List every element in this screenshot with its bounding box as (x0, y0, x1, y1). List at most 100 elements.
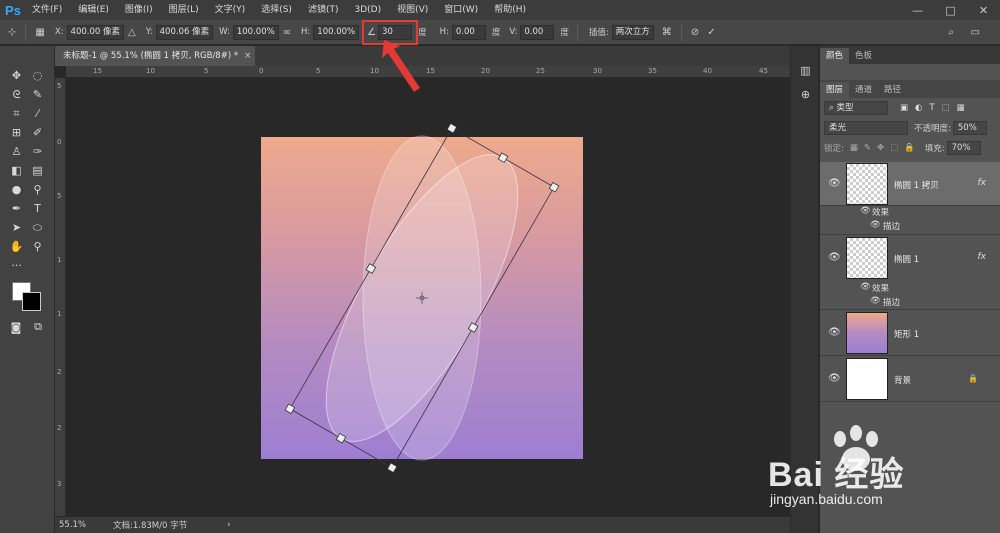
eye-icon[interactable]: 👁 (860, 282, 871, 292)
crop-tool-icon[interactable]: ⌗ (7, 105, 27, 123)
effects-row[interactable]: 👁 效果 (820, 282, 1000, 296)
stroke-effect-row[interactable]: 👁 描边 (820, 296, 1000, 310)
layer-row-background[interactable]: 👁 背景 🔒 (820, 356, 1000, 402)
stamp-tool-icon[interactable]: ♙ (7, 143, 27, 161)
menu-edit[interactable]: 编辑(E) (70, 0, 117, 20)
warp-icon[interactable]: ⌘ (662, 27, 672, 38)
type-tool-icon[interactable]: T (28, 200, 48, 218)
menu-layer[interactable]: 图层(L) (161, 0, 207, 20)
transform-handle[interactable] (446, 122, 458, 134)
maximize-button[interactable]: □ (934, 0, 967, 20)
ruler-tick: 25 (536, 67, 545, 75)
layer-row-ellipse-copy[interactable]: 👁 椭圆 1 拷贝 fx (820, 162, 1000, 206)
tab-paths[interactable]: 路径 (878, 82, 907, 98)
stroke-effect-row[interactable]: 👁 描边 (820, 220, 1000, 235)
ruler-tick: 2 (57, 424, 62, 432)
interpolation-select[interactable]: 两次立方 (611, 24, 654, 40)
workspace-icon[interactable]: ▭ (971, 27, 980, 38)
tab-channels[interactable]: 通道 (849, 82, 878, 98)
layer-name[interactable]: 矩形 1 (894, 328, 919, 340)
search-icon[interactable]: ⌕ (948, 27, 954, 38)
properties-icon[interactable]: ⊕ (791, 82, 820, 106)
layer-name[interactable]: 椭圆 1 (894, 253, 919, 265)
menu-help[interactable]: 帮助(H) (486, 0, 534, 20)
layer-name[interactable]: 背景 (894, 374, 911, 386)
menu-image[interactable]: 图像(I) (117, 0, 161, 20)
hand-tool-icon[interactable]: ✋ (7, 238, 27, 256)
menu-type[interactable]: 文字(Y) (207, 0, 254, 20)
link-icon[interactable]: ∞ (283, 27, 291, 38)
close-window-button[interactable]: ✕ (967, 0, 1000, 20)
layer-filter-select[interactable]: ⌕ 类型 (824, 101, 888, 115)
canvas-area[interactable] (67, 79, 790, 516)
cancel-transform-icon[interactable]: ⊘ (691, 27, 699, 38)
fx-icon[interactable]: fx (978, 178, 987, 188)
path-select-tool-icon[interactable]: ➤ (7, 219, 27, 237)
layer-row-rectangle[interactable]: 👁 矩形 1 (820, 310, 1000, 356)
close-tab-icon[interactable]: × (244, 51, 251, 61)
chevron-right-icon[interactable]: › (227, 520, 230, 530)
menu-filter[interactable]: 滤镜(T) (300, 0, 347, 20)
transform-handle[interactable] (386, 462, 398, 474)
minimize-button[interactable]: — (901, 0, 934, 20)
blend-mode-select[interactable]: 柔光 (824, 121, 908, 135)
screen-mode-icon[interactable]: ⧉ (28, 318, 48, 336)
layer-name[interactable]: 椭圆 1 拷贝 (894, 179, 939, 191)
eraser-tool-icon[interactable]: ◧ (7, 162, 27, 180)
lasso-tool-icon[interactable]: ᘓ (7, 86, 27, 104)
brush-tool-icon[interactable]: ✐ (28, 124, 48, 142)
document-tab[interactable]: 未标题-1 @ 55.1% (椭圆 1 拷贝, RGB/8#) * × (55, 46, 255, 66)
layer-row-ellipse[interactable]: 👁 椭圆 1 fx (820, 236, 1000, 280)
quick-select-tool-icon[interactable]: ✎ (28, 86, 48, 104)
lock-icons[interactable]: ▦✎✥⬚🔒 (850, 143, 921, 153)
background-color-swatch[interactable] (22, 292, 41, 311)
zoom-level[interactable]: 55.1% (59, 520, 89, 530)
eyedropper-tool-icon[interactable]: ⁄ (28, 105, 48, 123)
healing-tool-icon[interactable]: ⊞ (7, 124, 27, 142)
pen-tool-icon[interactable]: ✒ (7, 200, 27, 218)
reference-point-icon[interactable]: ▦ (35, 27, 44, 38)
filter-icons[interactable]: ▣◐T⬚▦ (900, 103, 972, 113)
menu-select[interactable]: 选择(S) (253, 0, 300, 20)
eye-icon[interactable]: 👁 (828, 373, 841, 384)
opacity-input[interactable]: 50% (952, 121, 987, 135)
eye-icon[interactable]: 👁 (860, 206, 871, 216)
menu-window[interactable]: 窗口(W) (436, 0, 486, 20)
effects-row[interactable]: 👁 效果 (820, 206, 1000, 220)
dodge-tool-icon[interactable]: ⚲ (28, 181, 48, 199)
tab-swatches[interactable]: 色板 (849, 48, 878, 64)
blur-tool-icon[interactable]: ● (7, 181, 27, 199)
y-input[interactable]: 400.06 像素 (155, 24, 214, 40)
eye-icon[interactable]: 👁 (828, 327, 841, 338)
x-input[interactable]: 400.00 像素 (66, 24, 124, 40)
hskew-input[interactable]: 0.00 (451, 24, 486, 40)
ellipse-tool-icon[interactable]: ⬭ (28, 219, 48, 237)
fill-input[interactable]: 70% (946, 141, 981, 155)
gradient-tool-icon[interactable]: ▤ (28, 162, 48, 180)
transform-handle[interactable] (548, 181, 560, 193)
width-input[interactable]: 100.00% (232, 24, 279, 40)
transform-handle[interactable] (284, 403, 296, 415)
eye-icon[interactable]: 👁 (828, 178, 841, 189)
eye-icon[interactable]: 👁 (870, 296, 881, 306)
menu-file[interactable]: 文件(F) (24, 0, 70, 20)
transform-overlay[interactable] (67, 79, 790, 516)
eye-icon[interactable]: 👁 (870, 220, 881, 230)
history-brush-tool-icon[interactable]: ✑ (28, 143, 48, 161)
marquee-tool-icon[interactable]: ◌ (28, 67, 48, 85)
fx-icon[interactable]: fx (978, 252, 987, 262)
quick-mask-icon[interactable]: ◙ (6, 318, 26, 336)
zoom-tool-icon[interactable]: ⚲ (28, 238, 48, 256)
delta-icon[interactable]: △ (128, 27, 136, 38)
vskew-input[interactable]: 0.00 (520, 24, 555, 40)
history-icon[interactable]: ▥ (791, 58, 820, 82)
tab-layers[interactable]: 图层 (820, 82, 850, 98)
move-tool-icon[interactable]: ✥ (7, 67, 27, 85)
tab-color[interactable]: 颜色 (820, 48, 850, 64)
menu-view[interactable]: 视图(V) (389, 0, 436, 20)
eye-icon[interactable]: 👁 (828, 252, 841, 263)
menu-3d[interactable]: 3D(D) (346, 0, 389, 20)
more-tools-icon[interactable]: ··· (7, 257, 27, 275)
commit-transform-icon[interactable]: ✓ (707, 27, 715, 38)
height-input[interactable]: 100.00% (313, 24, 360, 40)
